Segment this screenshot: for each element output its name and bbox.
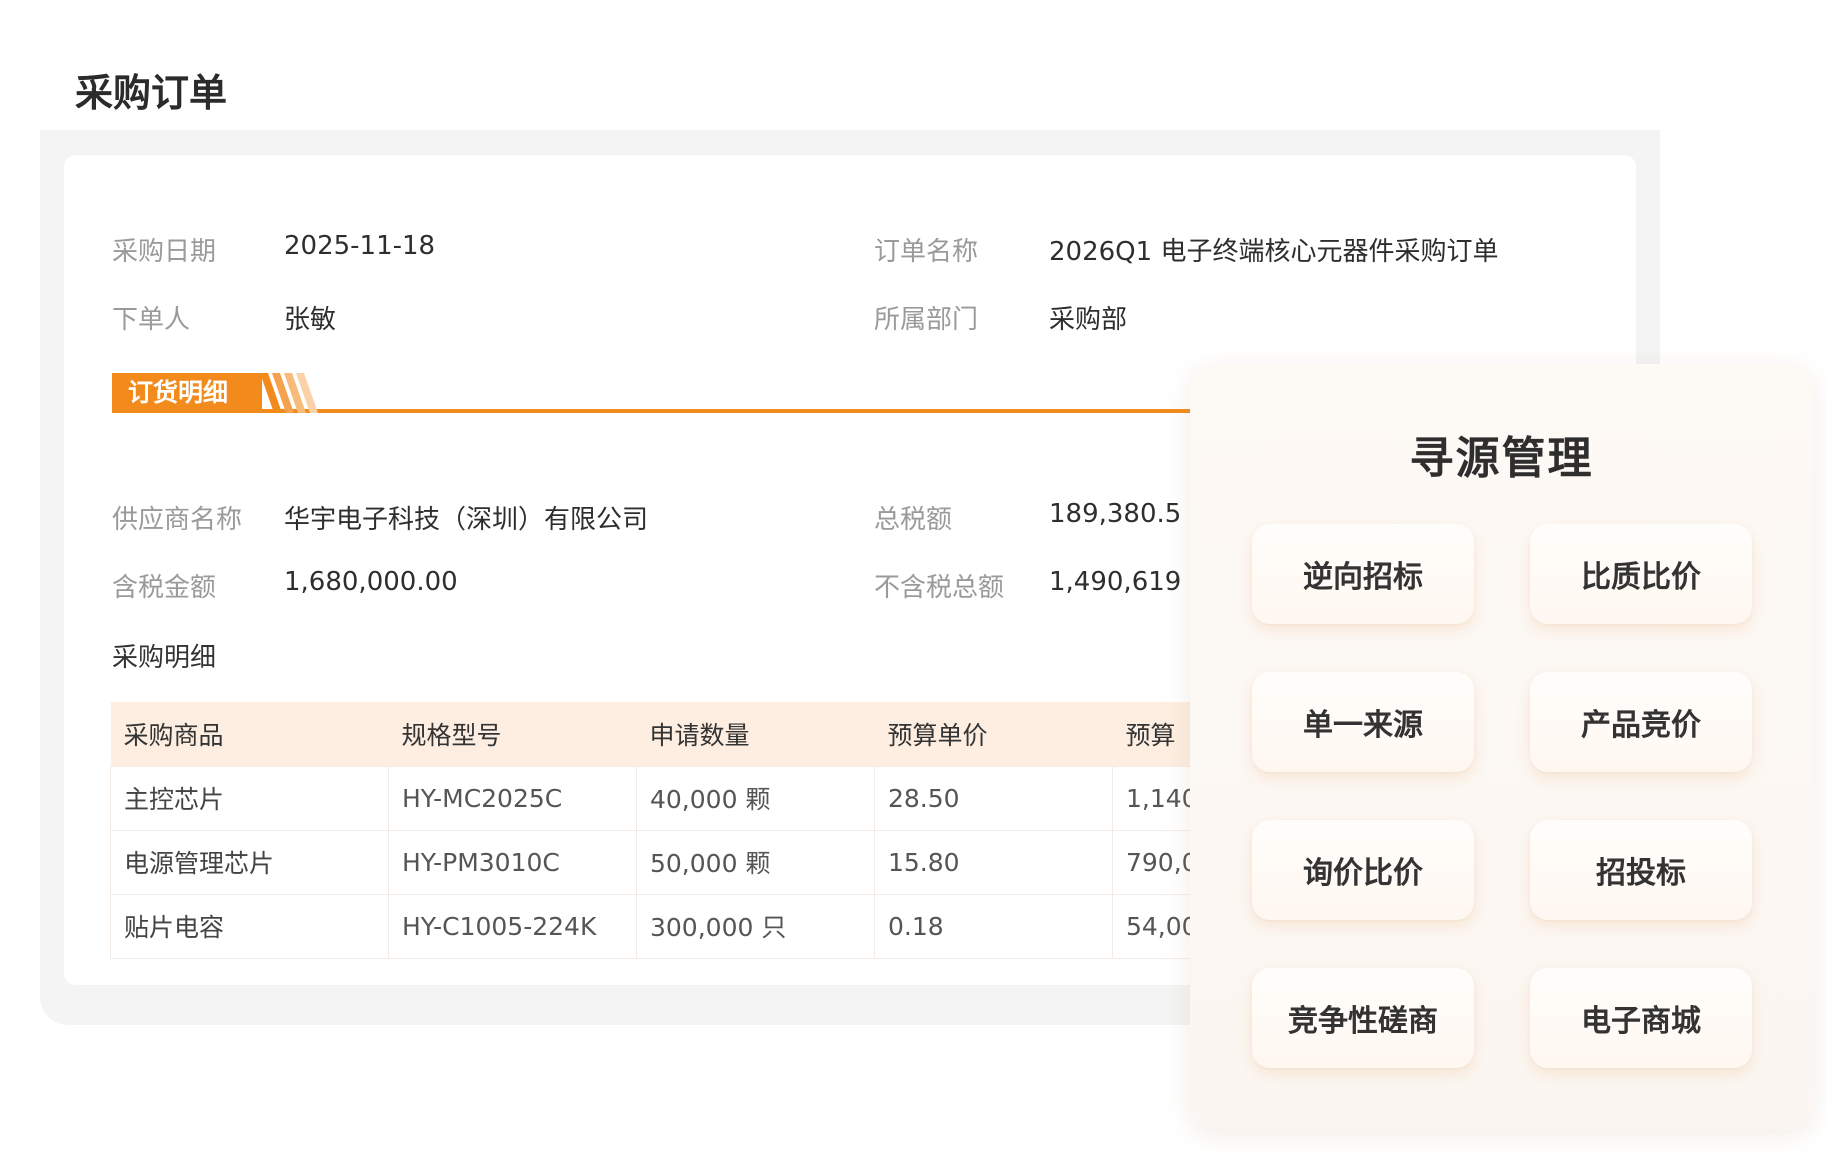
order-name-label: 订单名称 xyxy=(874,237,979,267)
product-bidding-button[interactable]: 产品竞价 xyxy=(1530,672,1752,772)
cell-product: 主控芯片 xyxy=(110,765,389,831)
reverse-bidding-button[interactable]: 逆向招标 xyxy=(1252,524,1474,624)
cell-quantity: 50,000 颗 xyxy=(636,829,875,895)
amount-incl-tax-label: 含税金额 xyxy=(112,573,217,603)
orderer-value: 张敏 xyxy=(284,305,337,335)
purchase-date-label: 采购日期 xyxy=(112,237,217,267)
supplier-name-label: 供应商名称 xyxy=(112,505,243,535)
amount-excl-tax-value: 1,490,619 xyxy=(1049,567,1182,597)
page: 采购订单 采购日期 2025-11-18 订单名称 2026Q1 电子终端核心元… xyxy=(0,0,1827,1155)
order-name-value: 2026Q1 电子终端核心元器件采购订单 xyxy=(1049,237,1499,267)
competitive-negotiation-button[interactable]: 竞争性磋商 xyxy=(1252,968,1474,1068)
amount-excl-tax-label: 不含税总额 xyxy=(874,573,1005,603)
cell-unit-price: 28.50 xyxy=(874,765,1113,831)
sourcing-title: 寻源管理 xyxy=(1409,433,1594,484)
e-mall-button[interactable]: 电子商城 xyxy=(1530,968,1752,1068)
department-label: 所属部门 xyxy=(874,305,979,335)
supplier-name-value: 华宇电子科技（深圳）有限公司 xyxy=(284,505,649,535)
cell-product: 贴片电容 xyxy=(110,893,389,959)
total-tax-label: 总税额 xyxy=(874,505,953,535)
single-source-button[interactable]: 单一来源 xyxy=(1252,672,1474,772)
cell-spec: HY-PM3010C xyxy=(388,829,637,895)
cell-spec: HY-MC2025C xyxy=(388,765,637,831)
column-header-unit-price: 预算单价 xyxy=(874,702,1113,766)
total-tax-value: 189,380.5 xyxy=(1049,499,1182,529)
orderer-label: 下单人 xyxy=(112,305,191,335)
sourcing-management-panel: 寻源管理 逆向招标 比质比价 单一来源 产品竞价 询价比价 招投标 竞争性磋商 … xyxy=(1190,364,1813,1129)
stripes-decoration-icon xyxy=(260,373,318,413)
column-header-quantity: 申请数量 xyxy=(636,702,875,766)
cell-unit-price: 15.80 xyxy=(874,829,1113,895)
amount-incl-tax-value: 1,680,000.00 xyxy=(284,567,458,597)
section-title: 订货明细 xyxy=(112,373,262,413)
department-value: 采购部 xyxy=(1049,305,1128,335)
page-title: 采购订单 xyxy=(75,71,228,115)
cell-unit-price: 0.18 xyxy=(874,893,1113,959)
tendering-button[interactable]: 招投标 xyxy=(1530,820,1752,920)
inquiry-compare-button[interactable]: 询价比价 xyxy=(1252,820,1474,920)
quality-price-compare-button[interactable]: 比质比价 xyxy=(1530,524,1752,624)
purchase-date-value: 2025-11-18 xyxy=(284,231,436,261)
cell-quantity: 300,000 只 xyxy=(636,893,875,959)
column-header-product: 采购商品 xyxy=(110,702,389,766)
cell-product: 电源管理芯片 xyxy=(110,829,389,895)
cell-quantity: 40,000 颗 xyxy=(636,765,875,831)
column-header-spec: 规格型号 xyxy=(388,702,637,766)
purchase-detail-heading: 采购明细 xyxy=(112,643,217,673)
cell-spec: HY-C1005-224K xyxy=(388,893,637,959)
